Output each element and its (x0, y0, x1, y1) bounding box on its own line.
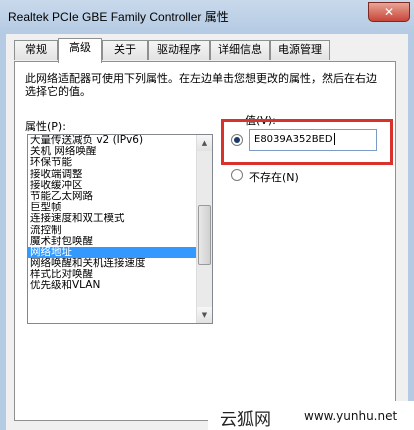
property-item[interactable]: 接收缓冲区 (28, 180, 196, 191)
property-item[interactable]: 环保节能 (28, 157, 196, 168)
close-icon: ✕ (383, 5, 395, 19)
tab-about[interactable]: 关于 (102, 40, 148, 60)
property-label: 属性(P): (25, 120, 66, 133)
scroll-thumb[interactable] (198, 205, 211, 265)
property-item[interactable]: 网络地址 (28, 246, 196, 259)
tab-power-management[interactable]: 电源管理 (270, 40, 330, 60)
scroll-down-icon[interactable]: ▼ (197, 307, 212, 323)
property-item[interactable]: 优先级和VLAN (28, 280, 196, 291)
watermark: 云狐网 www.yunhu.net (208, 401, 414, 430)
property-list[interactable]: 大量传送减负 v2 (IPv6) 关机 网络唤醒 环保节能 接收端调整 接收缓冲区 节能乙… (27, 134, 213, 324)
tab-advanced[interactable]: 高级 (58, 38, 102, 63)
tab-details[interactable]: 详细信息 (210, 40, 270, 60)
watermark-text: 云狐网 (220, 410, 271, 430)
property-item[interactable]: 接收端调整 (28, 169, 196, 180)
property-item[interactable]: 魔术封包唤醒 (28, 236, 196, 247)
property-item[interactable]: 网络唤醒和关机连接速度 (28, 258, 196, 269)
not-present-label: 不存在(N) (249, 171, 299, 184)
title-bar[interactable]: Realtek PCIe GBE Family Controller 属性 ✕ (0, 0, 414, 32)
property-item[interactable]: 连接速度和双工模式 (28, 213, 196, 224)
description-text: 此网络适配器可使用下列属性。在左边单击您想更改的属性，然后在右边选择它的值。 (25, 72, 377, 98)
window-frame: 常规 高级 关于 驱动程序 详细信息 电源管理 此网络适配器可使用下列属性。在左… (0, 32, 414, 430)
property-item[interactable]: 流控制 (28, 225, 196, 236)
value-text: E8039A352BED (254, 134, 333, 145)
watermark-url: www.yunhu.net (304, 409, 398, 423)
value-radio[interactable] (231, 134, 243, 146)
property-item[interactable]: 大量传送减负 v2 (IPv6) (28, 135, 196, 146)
close-button[interactable]: ✕ (368, 2, 410, 22)
scroll-up-icon[interactable]: ▲ (197, 135, 212, 151)
property-list-scrollbar[interactable]: ▲ ▼ (196, 135, 212, 323)
property-item[interactable]: 样式比对唤醒 (28, 269, 196, 280)
text-caret (333, 133, 335, 145)
property-item[interactable]: 节能乙太网路 (28, 191, 196, 202)
value-input[interactable]: E8039A352BED (249, 129, 377, 151)
dialog-panel: 常规 高级 关于 驱动程序 详细信息 电源管理 此网络适配器可使用下列属性。在左… (6, 34, 408, 430)
tab-driver[interactable]: 驱动程序 (148, 40, 210, 60)
tab-general[interactable]: 常规 (14, 40, 58, 60)
window-title: Realtek PCIe GBE Family Controller 属性 (8, 10, 229, 24)
property-items: 大量传送减负 v2 (IPv6) 关机 网络唤醒 环保节能 接收端调整 接收缓冲区 节能乙… (28, 135, 196, 292)
property-item[interactable]: 关机 网络唤醒 (28, 146, 196, 157)
property-item[interactable]: 巨型帧 (28, 202, 196, 213)
advanced-tab-page: 此网络适配器可使用下列属性。在左边单击您想更改的属性，然后在右边选择它的值。 属… (14, 61, 396, 421)
not-present-radio[interactable] (231, 169, 243, 181)
